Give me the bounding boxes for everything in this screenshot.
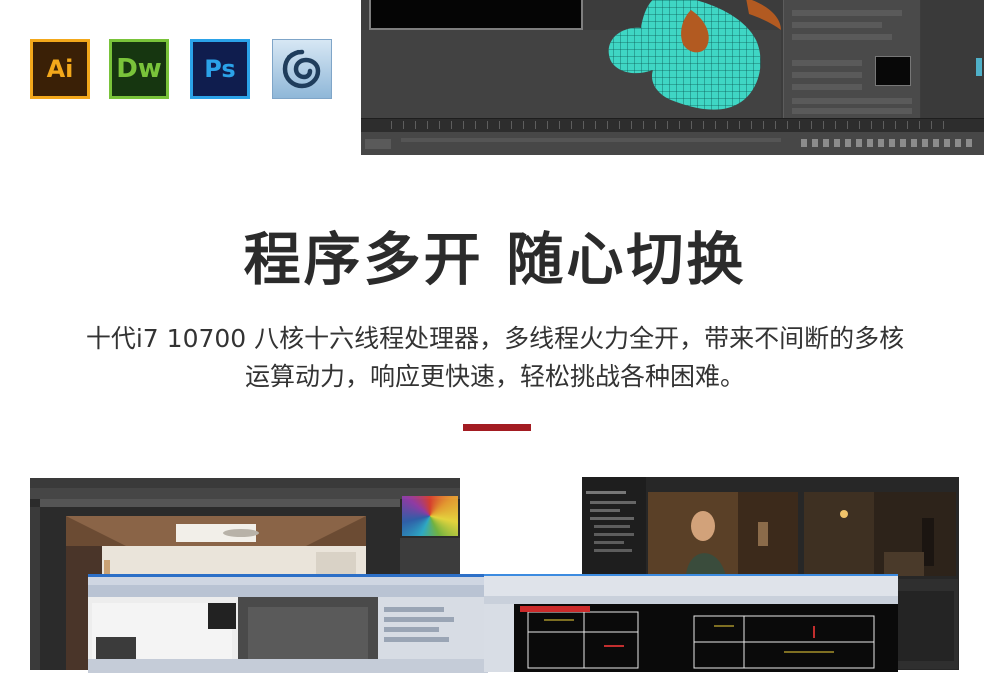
- photoshop-icon: Ps: [190, 39, 250, 99]
- description-line-1: 十代i7 10700 八核十六线程处理器，多线程火力全开，带来不间断的多核: [85, 324, 905, 353]
- panel-row: [792, 108, 912, 114]
- panel-row: [792, 98, 912, 104]
- max-workspace: [88, 577, 488, 673]
- status-text-line: [401, 138, 781, 142]
- description-line-2: 运算动力，响应更快速，轻松挑战各种困难。: [244, 362, 745, 391]
- 3ds-max-logo-graphic: [282, 49, 321, 89]
- swatches-panel: [402, 496, 458, 536]
- 3ds-max-icon: [272, 39, 332, 99]
- playback-controls: [801, 139, 976, 147]
- page-headline: 程序多开 随心切换: [243, 227, 747, 293]
- right-panel: [921, 0, 984, 118]
- timeline-ticks: [391, 121, 951, 129]
- video-still-left: [648, 492, 798, 576]
- viewer-frame-right: [804, 492, 956, 576]
- panel-row: [792, 84, 862, 90]
- mesh-model: [608, 0, 781, 110]
- panel-row: [792, 22, 882, 28]
- color-swatch: [875, 56, 911, 86]
- app-icon-row: Ai Dw Ps: [30, 39, 340, 101]
- panel-row: [792, 72, 862, 78]
- menu-bar: [30, 478, 460, 488]
- viewer-frame-left: [648, 492, 798, 576]
- panel-row: [792, 60, 862, 66]
- dreamweaver-icon: Dw: [109, 39, 169, 99]
- scrollbar-thumb: [976, 58, 982, 76]
- panel-row: [792, 10, 902, 16]
- illustrator-label: Ai: [46, 55, 74, 83]
- panel-row: [792, 34, 892, 40]
- photoshop-label: Ps: [204, 55, 236, 83]
- feature-description: 十代i7 10700 八核十六线程处理器，多线程火力全开，带来不间断的多核 运算…: [40, 320, 950, 396]
- accent-divider: [463, 424, 531, 431]
- options-bar: [30, 488, 460, 499]
- status-block: [365, 139, 391, 149]
- illustrator-icon: Ai: [30, 39, 90, 99]
- tools-panel: [30, 507, 40, 670]
- 3ds-max-interior-screenshot: [88, 574, 488, 673]
- video-still-right: [804, 492, 956, 576]
- 3d-modeling-screenshot: [361, 0, 984, 155]
- autocad-drawing-screenshot: [484, 574, 898, 672]
- document-tabs: [40, 499, 400, 507]
- cad-workspace: [484, 576, 898, 672]
- dreamweaver-label: Dw: [116, 54, 162, 84]
